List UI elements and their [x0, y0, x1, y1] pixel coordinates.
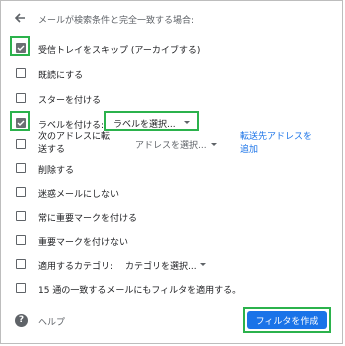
- help-icon[interactable]: ?: [15, 314, 28, 327]
- header-title: メールが検索条件と完全一致する場合:: [38, 16, 195, 26]
- option-apply-existing: 15 通の一致するメールにもフィルタを適用する。: [1, 279, 342, 299]
- add-forwarding-address-link[interactable]: 転送先アドレスを 追加: [240, 131, 312, 157]
- link-line2: 追加: [240, 145, 259, 155]
- option-star: スターを付ける: [1, 89, 342, 109]
- category-label: 適用するカテゴリ:: [38, 262, 114, 272]
- chevron-down-icon: [184, 121, 190, 124]
- always-important-label: 常に重要マークを付ける: [38, 214, 138, 224]
- forward-label-line2: 送する: [38, 145, 66, 155]
- option-skip-inbox: 受信トレイをスキップ (アーカイブする): [1, 36, 342, 59]
- option-category: 適用するカテゴリ: カテゴリを選択...: [1, 255, 342, 275]
- option-never-important: 重要マークを付けない: [1, 231, 342, 251]
- option-never-spam: 迷惑メールにしない: [1, 183, 342, 203]
- skip-inbox-label: 受信トレイをスキップ (アーカイブする): [38, 46, 201, 56]
- apply-existing-label: 15 通の一致するメールにもフィルタを適用する。: [38, 286, 242, 296]
- link-line1: 転送先アドレスを: [240, 132, 313, 142]
- forward-label-line1: 次のアドレスに転: [38, 132, 111, 142]
- always-important-checkbox[interactable]: [16, 211, 26, 221]
- forward-checkbox[interactable]: [16, 139, 26, 149]
- never-spam-checkbox[interactable]: [16, 187, 26, 197]
- apply-label-checkbox[interactable]: [16, 118, 26, 128]
- never-important-checkbox[interactable]: [16, 235, 26, 245]
- filter-dialog: メールが検索条件と完全一致する場合: 受信トレイをスキップ (アーカイブする) …: [0, 0, 343, 344]
- apply-existing-checkbox[interactable]: [16, 283, 26, 293]
- forward-address-select[interactable]: アドレスを選択...: [135, 138, 217, 151]
- never-spam-label: 迷惑メールにしない: [38, 190, 120, 200]
- option-delete: 削除する: [1, 159, 342, 179]
- label-select[interactable]: ラベルを選択...: [104, 111, 199, 131]
- delete-checkbox[interactable]: [16, 163, 26, 173]
- option-always-important: 常に重要マークを付ける: [1, 207, 342, 227]
- star-checkbox[interactable]: [16, 93, 26, 103]
- label-select-value: ラベルを選択...: [113, 120, 176, 130]
- option-mark-read: 既読にする: [1, 64, 342, 84]
- category-select[interactable]: カテゴリを選択...: [125, 255, 215, 275]
- category-select-value: カテゴリを選択...: [125, 262, 197, 272]
- never-important-label: 重要マークを付けない: [38, 238, 129, 248]
- dialog-header: メールが検索条件と完全一致する場合:: [1, 9, 342, 29]
- option-forward: 次のアドレスに転 送する アドレスを選択... 転送先アドレスを 追加: [1, 131, 342, 157]
- category-checkbox[interactable]: [16, 259, 26, 269]
- apply-label-label: ラベルを付ける:: [38, 121, 105, 131]
- chevron-down-icon: [211, 143, 217, 146]
- chevron-down-icon: [200, 263, 206, 266]
- back-arrow-icon[interactable]: [12, 10, 28, 26]
- help-label[interactable]: ヘルプ: [38, 315, 65, 328]
- mark-read-checkbox[interactable]: [16, 68, 26, 78]
- forward-select-value: アドレスを選択...: [135, 141, 207, 151]
- mark-read-label: 既読にする: [38, 71, 84, 81]
- skip-inbox-checkbox[interactable]: [16, 43, 26, 53]
- delete-label: 削除する: [38, 166, 75, 176]
- star-label: スターを付ける: [38, 96, 102, 106]
- highlight-box: フィルタを作成: [243, 307, 331, 333]
- create-filter-button[interactable]: フィルタを作成: [247, 311, 327, 329]
- forward-label: 次のアドレスに転 送する: [38, 131, 110, 157]
